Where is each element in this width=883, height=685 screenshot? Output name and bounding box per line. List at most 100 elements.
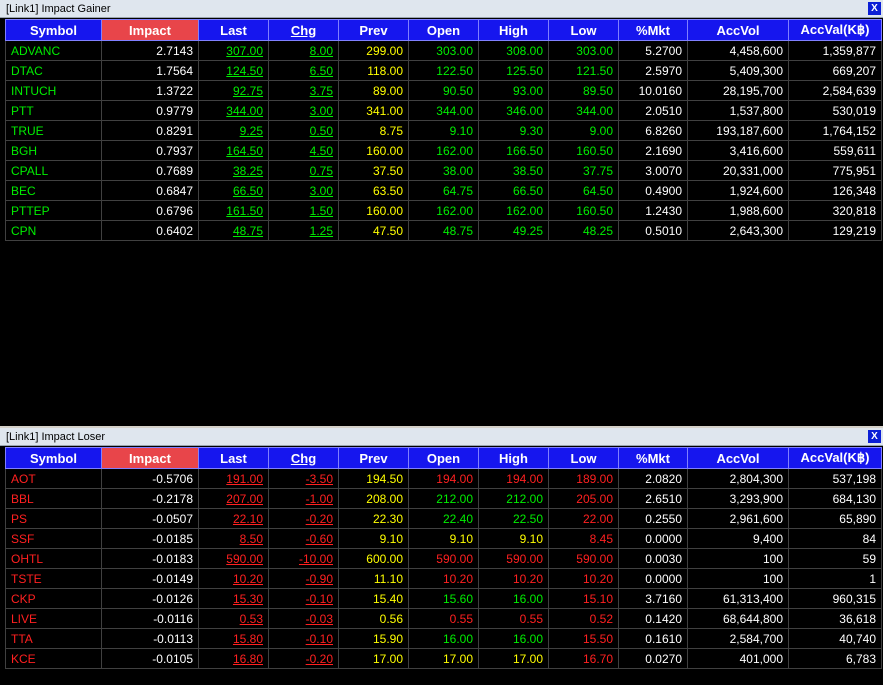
col-high-header[interactable]: High (478, 19, 549, 41)
loser-titlebar[interactable]: [Link1] Impact Loser X (0, 428, 883, 446)
chg-cell[interactable]: -3.50 (268, 468, 339, 489)
last-cell-link[interactable]: 191.00 (226, 472, 263, 486)
table-row[interactable]: PS -0.0507 22.10 -0.20 22.30 22.40 22.50 22.00 0… (5, 508, 882, 529)
last-cell[interactable]: 9.25 (198, 120, 269, 141)
chg-cell-link[interactable]: 8.00 (310, 44, 333, 58)
symbol-cell[interactable]: PTTEP (5, 200, 102, 221)
last-cell-link[interactable]: 16.80 (233, 652, 263, 666)
last-cell-link[interactable]: 22.10 (233, 512, 263, 526)
chg-cell-link[interactable]: 4.50 (310, 144, 333, 158)
gainer-close-button[interactable]: X (868, 2, 881, 15)
last-cell-link[interactable]: 590.00 (226, 552, 263, 566)
chg-cell-link[interactable]: 0.50 (310, 124, 333, 138)
table-row[interactable]: CPN 0.6402 48.75 1.25 47.50 48.75 49.25 48.25 0.… (5, 220, 882, 241)
chg-cell-link[interactable]: -1.00 (306, 492, 333, 506)
table-row[interactable]: TTA -0.0113 15.80 -0.10 15.90 16.00 16.00 15.50… (5, 628, 882, 649)
last-cell[interactable]: 16.80 (198, 648, 269, 669)
chg-cell[interactable]: 8.00 (268, 40, 339, 61)
last-cell-link[interactable]: 66.50 (233, 184, 263, 198)
col-chg-header[interactable]: Chg (268, 19, 339, 41)
chg-cell[interactable]: 3.75 (268, 80, 339, 101)
col-accvol-header[interactable]: AccVol (687, 19, 789, 41)
table-row[interactable]: CKP -0.0126 15.30 -0.10 15.40 15.60 16.00 15.10… (5, 588, 882, 609)
last-cell-link[interactable]: 164.50 (226, 144, 263, 158)
chg-cell[interactable]: -0.20 (268, 508, 339, 529)
col-accval-header[interactable]: AccVal(K฿) (788, 19, 882, 41)
col-accval-header[interactable]: AccVal(K฿) (788, 447, 882, 469)
symbol-cell[interactable]: BEC (5, 180, 102, 201)
chg-cell[interactable]: -0.03 (268, 608, 339, 629)
chg-cell-link[interactable]: 6.50 (310, 64, 333, 78)
chg-cell[interactable]: 4.50 (268, 140, 339, 161)
last-cell[interactable]: 22.10 (198, 508, 269, 529)
symbol-cell[interactable]: KCE (5, 648, 102, 669)
col-mkt-header[interactable]: %Mkt (618, 447, 688, 469)
table-row[interactable]: TRUE 0.8291 9.25 0.50 8.75 9.10 9.30 9.00 6.8260… (5, 120, 882, 141)
table-row[interactable]: AOT -0.5706 191.00 -3.50 194.50 194.00 194.00 1… (5, 468, 882, 489)
chg-cell[interactable]: -0.20 (268, 648, 339, 669)
chg-cell-link[interactable]: 0.75 (310, 164, 333, 178)
chg-cell-link[interactable]: -0.20 (306, 652, 333, 666)
chg-cell[interactable]: 0.75 (268, 160, 339, 181)
col-low-header[interactable]: Low (548, 447, 619, 469)
symbol-cell[interactable]: TSTE (5, 568, 102, 589)
chg-cell-link[interactable]: -0.20 (306, 512, 333, 526)
col-chg-header[interactable]: Chg (268, 447, 339, 469)
col-mkt-header[interactable]: %Mkt (618, 19, 688, 41)
chg-cell[interactable]: -1.00 (268, 488, 339, 509)
last-cell[interactable]: 66.50 (198, 180, 269, 201)
last-cell-link[interactable]: 124.50 (226, 64, 263, 78)
chg-cell[interactable]: 1.25 (268, 220, 339, 241)
chg-cell[interactable]: -0.60 (268, 528, 339, 549)
last-cell-link[interactable]: 307.00 (226, 44, 263, 58)
last-cell-link[interactable]: 0.53 (240, 612, 263, 626)
col-symbol-header[interactable]: Symbol (5, 19, 102, 41)
chg-cell[interactable]: 0.50 (268, 120, 339, 141)
table-row[interactable]: TSTE -0.0149 10.20 -0.90 11.10 10.20 10.20 10.2… (5, 568, 882, 589)
symbol-cell[interactable]: AOT (5, 468, 102, 489)
table-row[interactable]: CPALL 0.7689 38.25 0.75 37.50 38.00 38.50 37.75… (5, 160, 882, 181)
last-cell-link[interactable]: 15.30 (233, 592, 263, 606)
col-high-header[interactable]: High (478, 447, 549, 469)
table-row[interactable]: BBL -0.2178 207.00 -1.00 208.00 212.00 212.00 2… (5, 488, 882, 509)
symbol-cell[interactable]: LIVE (5, 608, 102, 629)
last-cell[interactable]: 38.25 (198, 160, 269, 181)
chg-cell-link[interactable]: -0.60 (306, 532, 333, 546)
table-row[interactable]: BEC 0.6847 66.50 3.00 63.50 64.75 66.50 64.50 0.… (5, 180, 882, 201)
table-row[interactable]: BGH 0.7937 164.50 4.50 160.00 162.00 166.50 160… (5, 140, 882, 161)
chg-cell[interactable]: -0.10 (268, 628, 339, 649)
gainer-titlebar[interactable]: [Link1] Impact Gainer X (0, 0, 883, 18)
last-cell-link[interactable]: 344.00 (226, 104, 263, 118)
last-cell-link[interactable]: 48.75 (233, 224, 263, 238)
chg-cell-link[interactable]: 3.75 (310, 84, 333, 98)
symbol-cell[interactable]: TRUE (5, 120, 102, 141)
symbol-cell[interactable]: BBL (5, 488, 102, 509)
symbol-cell[interactable]: ADVANC (5, 40, 102, 61)
col-prev-header[interactable]: Prev (338, 447, 409, 469)
symbol-cell[interactable]: CPALL (5, 160, 102, 181)
last-cell[interactable]: 161.50 (198, 200, 269, 221)
symbol-cell[interactable]: BGH (5, 140, 102, 161)
last-cell[interactable]: 207.00 (198, 488, 269, 509)
last-cell[interactable]: 191.00 (198, 468, 269, 489)
col-low-header[interactable]: Low (548, 19, 619, 41)
last-cell-link[interactable]: 9.25 (240, 124, 263, 138)
last-cell[interactable]: 10.20 (198, 568, 269, 589)
loser-close-button[interactable]: X (868, 430, 881, 443)
chg-cell-link[interactable]: -0.03 (306, 612, 333, 626)
col-open-header[interactable]: Open (408, 19, 479, 41)
table-row[interactable]: PTT 0.9779 344.00 3.00 341.00 344.00 346.00 344… (5, 100, 882, 121)
chg-cell-link[interactable]: 3.00 (310, 104, 333, 118)
table-row[interactable]: SSF -0.0185 8.50 -0.60 9.10 9.10 9.10 8.45 0.000… (5, 528, 882, 549)
symbol-cell[interactable]: INTUCH (5, 80, 102, 101)
chg-cell[interactable]: 3.00 (268, 100, 339, 121)
last-cell[interactable]: 0.53 (198, 608, 269, 629)
col-last-header[interactable]: Last (198, 447, 269, 469)
table-row[interactable]: OHTL -0.0183 590.00 -10.00 600.00 590.00 590.0… (5, 548, 882, 569)
last-cell-link[interactable]: 10.20 (233, 572, 263, 586)
col-prev-header[interactable]: Prev (338, 19, 409, 41)
chg-cell[interactable]: -0.90 (268, 568, 339, 589)
chg-cell-link[interactable]: -0.10 (306, 592, 333, 606)
last-cell-link[interactable]: 8.50 (240, 532, 263, 546)
table-row[interactable]: INTUCH 1.3722 92.75 3.75 89.00 90.50 93.00 89.5… (5, 80, 882, 101)
